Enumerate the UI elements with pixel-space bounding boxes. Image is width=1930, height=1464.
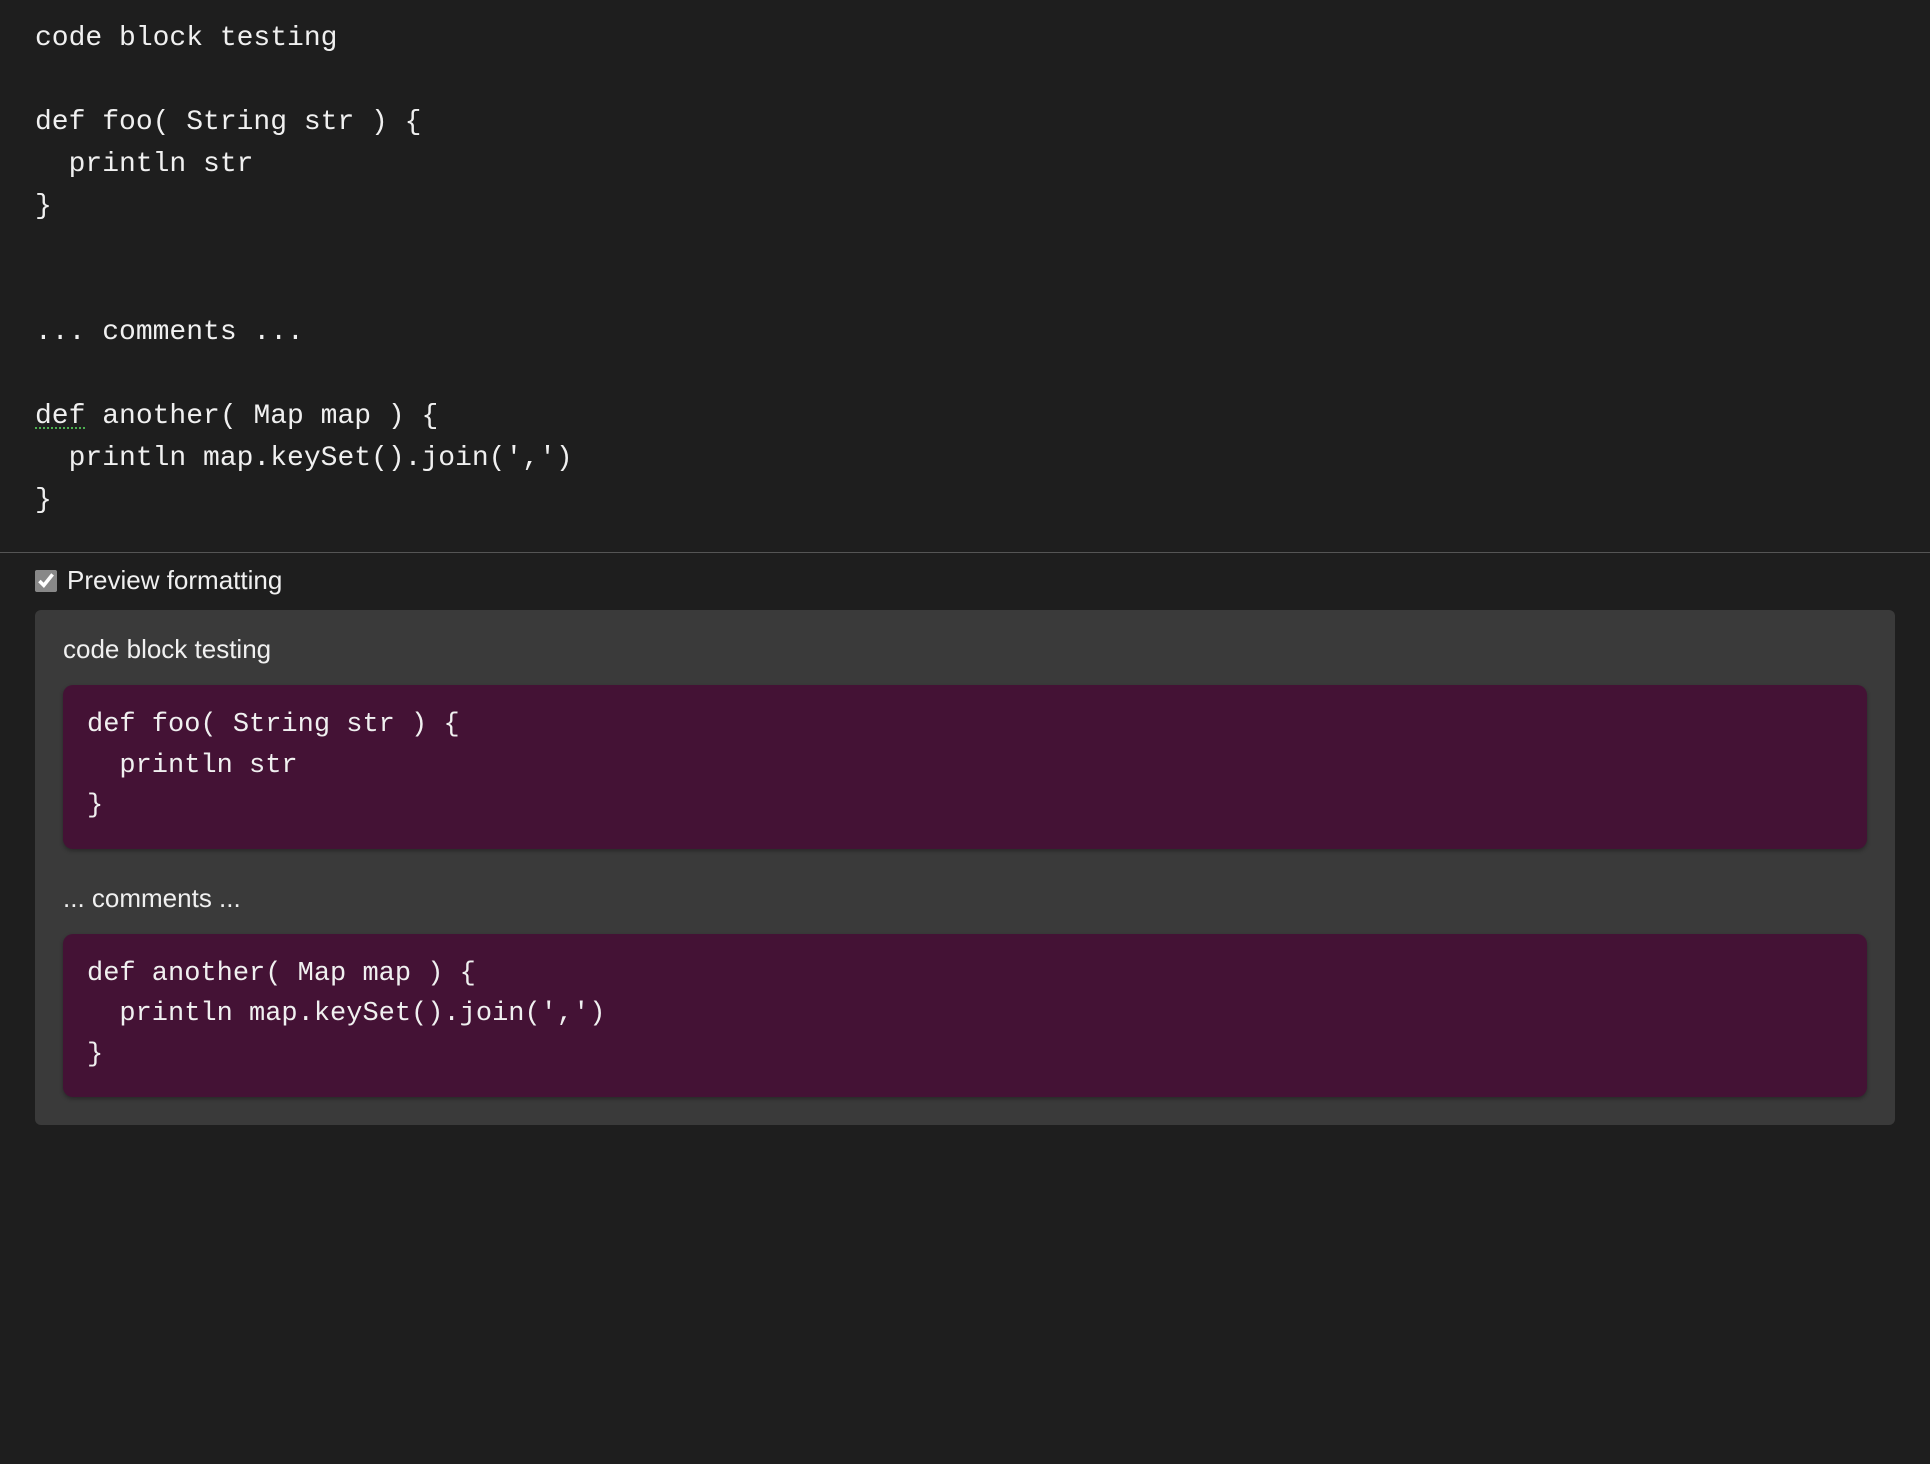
preview-code-block: def another( Map map ) { println map.key… xyxy=(63,934,1867,1098)
editor-line: println str xyxy=(35,149,253,180)
editor-line: println map.keySet().join(',') xyxy=(35,443,573,474)
preview-paragraph: ... comments ... xyxy=(63,883,1867,914)
preview-checkbox-row: Preview formatting xyxy=(35,565,1895,596)
editor-line: def foo( String str ) { xyxy=(35,107,421,138)
editor-line: ... comments ... xyxy=(35,317,304,348)
preview-formatting-label[interactable]: Preview formatting xyxy=(67,565,282,596)
editor-spellcheck-word: def xyxy=(35,401,85,432)
editor-line-rest: another( Map map ) { xyxy=(85,401,438,432)
preview-formatting-checkbox[interactable] xyxy=(35,570,57,592)
editor-line: } xyxy=(35,191,52,222)
editor-pane[interactable]: code block testing def foo( String str )… xyxy=(0,0,1930,552)
editor-line: code block testing xyxy=(35,23,337,54)
preview-code-block: def foo( String str ) { println str } xyxy=(63,685,1867,849)
preview-section: Preview formatting code block testing de… xyxy=(0,553,1930,1155)
editor-line: } xyxy=(35,485,52,516)
preview-paragraph: code block testing xyxy=(63,634,1867,665)
preview-content: code block testing def foo( String str )… xyxy=(35,610,1895,1125)
